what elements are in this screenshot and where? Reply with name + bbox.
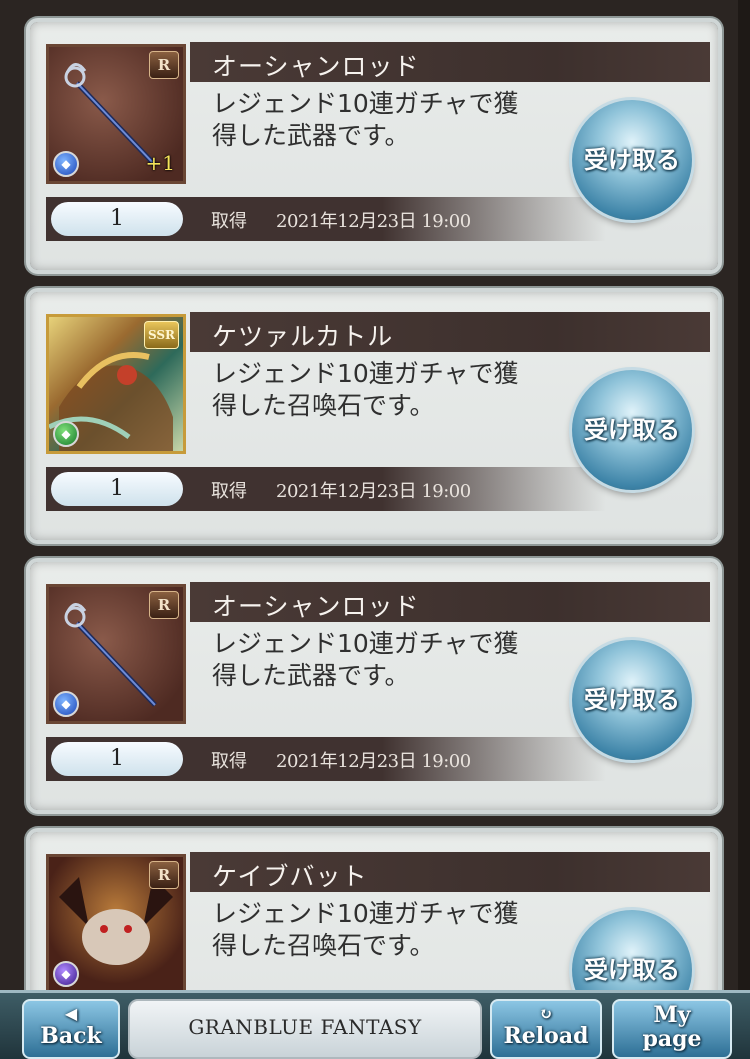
item-description: レジェンド10連ガチャで獲 得した武器です。 [212, 628, 572, 692]
item-thumbnail[interactable]: SSR ◆ [46, 314, 186, 454]
description-line: 得した武器です。 [212, 121, 410, 150]
acquired-date: 2021年12月23日 19:00 [276, 481, 471, 502]
item-name: オーシャンロッド [212, 52, 420, 81]
acquired-label: 取得 [211, 481, 247, 502]
item-thumbnail[interactable]: R ◆ [46, 584, 186, 724]
present-card: R ◆ オーシャンロッド レジェンド10連ガチャで獲 得した武器です。 1 取得… [30, 562, 718, 810]
item-thumbnail[interactable]: R ◆ +1 [46, 44, 186, 184]
item-name: ケツァルカトル [212, 322, 394, 351]
present-card: R ◆ +1 オーシャンロッド レジェンド10連ガチャで獲 得した武器です。 1… [30, 22, 718, 270]
item-name-bar: ケツァルカトル [190, 312, 710, 352]
reload-label: Reload [503, 1023, 589, 1049]
quantity-badge: 1 [51, 742, 183, 776]
present-card: SSR ◆ ケツァルカトル レジェンド10連ガチャで獲 得した召喚石です。 1 … [30, 292, 718, 540]
description-line: レジェンド10連ガチャで獲 [212, 89, 519, 118]
logo-text: GRANBLUE FANTASY [188, 1015, 422, 1039]
item-info-bar: 1 取得 2021年12月23日 19:00 [46, 737, 606, 781]
item-description: レジェンド10連ガチャで獲 得した武器です。 [212, 88, 572, 152]
acquired-label: 取得 [211, 751, 247, 772]
item-thumbnail[interactable]: R ◆ [46, 854, 186, 994]
item-description: レジェンド10連ガチャで獲 得した召喚石です。 [212, 358, 572, 422]
back-button[interactable]: ◀ Back [22, 999, 120, 1059]
footer-nav: ◀ Back GRANBLUE FANTASY ↻ Reload My page [0, 990, 750, 1059]
description-line: レジェンド10連ガチャで獲 [212, 359, 519, 388]
rarity-badge: R [149, 51, 179, 79]
item-description: レジェンド10連ガチャで獲 得した召喚石です。 [212, 898, 572, 962]
arrow-left-icon: ◀ [64, 1004, 78, 1023]
quantity-badge: 1 [51, 472, 183, 506]
item-name-bar: ケイブバット [190, 852, 710, 892]
mypage-button[interactable]: My page [612, 999, 732, 1059]
item-name: ケイブバット [212, 862, 368, 891]
dark-element-icon: ◆ [53, 961, 79, 987]
description-line: 得した召喚石です。 [212, 391, 435, 420]
rarity-badge: SSR [143, 321, 179, 349]
receive-button[interactable]: 受け取る [572, 640, 692, 760]
quantity-badge: 1 [51, 202, 183, 236]
description-line: レジェンド10連ガチャで獲 [212, 899, 519, 928]
item-name: オーシャンロッド [212, 592, 420, 621]
receive-button[interactable]: 受け取る [572, 370, 692, 490]
receive-button[interactable]: 受け取る [572, 910, 692, 1000]
rarity-badge: R [149, 861, 179, 889]
water-element-icon: ◆ [53, 691, 79, 717]
scrollbar[interactable] [738, 0, 750, 1000]
mypage-label-line2: page [642, 1026, 702, 1052]
game-logo: GRANBLUE FANTASY [128, 999, 482, 1059]
mypage-label-line1: My [653, 1002, 691, 1028]
present-list[interactable]: R ◆ +1 オーシャンロッド レジェンド10連ガチャで獲 得した武器です。 1… [0, 0, 750, 1000]
item-name-bar: オーシャンロッド [190, 42, 710, 82]
description-line: 得した召喚石です。 [212, 931, 435, 960]
acquired-label: 取得 [211, 211, 247, 232]
refresh-icon: ↻ [539, 1004, 553, 1023]
plus-level: +1 [145, 151, 175, 175]
rarity-badge: R [149, 591, 179, 619]
receive-button[interactable]: 受け取る [572, 100, 692, 220]
item-name-bar: オーシャンロッド [190, 582, 710, 622]
item-info-bar: 1 取得 2021年12月23日 19:00 [46, 467, 606, 511]
back-label: Back [40, 1023, 102, 1049]
description-line: レジェンド10連ガチャで獲 [212, 629, 519, 658]
wind-element-icon: ◆ [53, 421, 79, 447]
acquired-date: 2021年12月23日 19:00 [276, 751, 471, 772]
present-card: R ◆ ケイブバット レジェンド10連ガチャで獲 得した召喚石です。 受け取る [30, 832, 718, 1000]
description-line: 得した武器です。 [212, 661, 410, 690]
acquired-date: 2021年12月23日 19:00 [276, 211, 471, 232]
reload-button[interactable]: ↻ Reload [490, 999, 602, 1059]
item-info-bar: 1 取得 2021年12月23日 19:00 [46, 197, 606, 241]
water-element-icon: ◆ [53, 151, 79, 177]
